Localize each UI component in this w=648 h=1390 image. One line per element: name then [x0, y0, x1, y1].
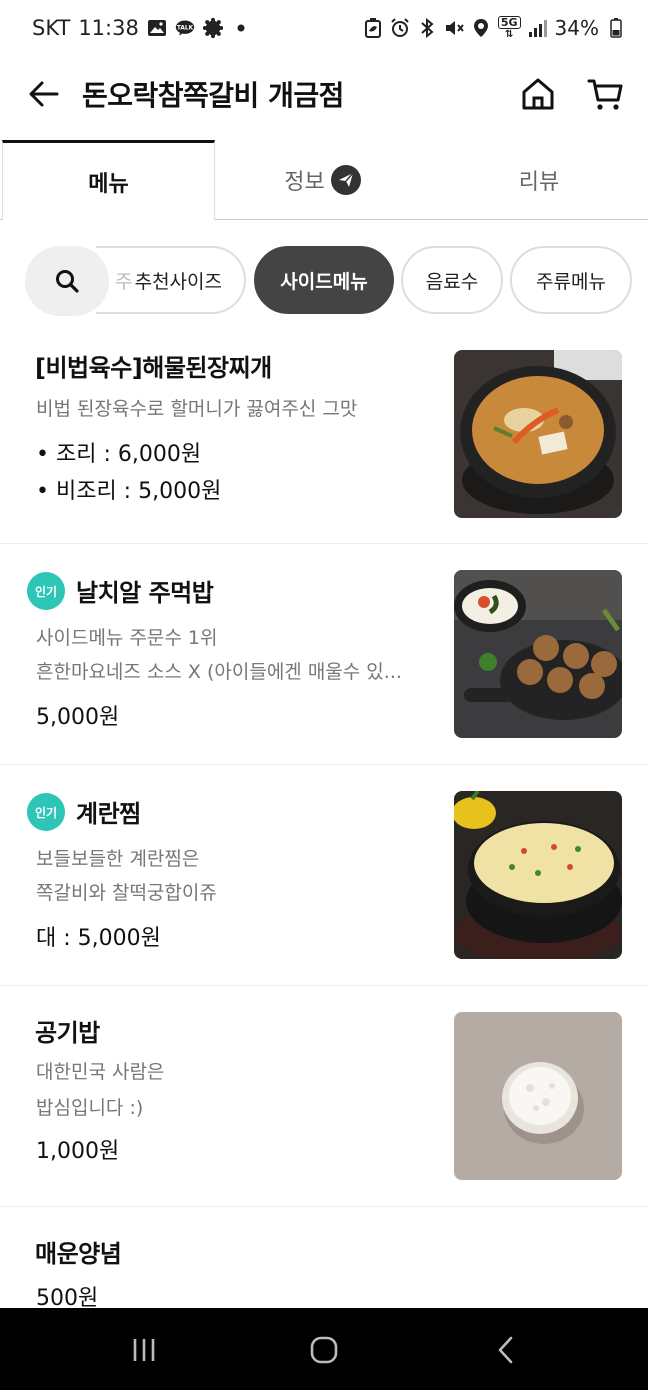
- home-nav-button[interactable]: [302, 1328, 346, 1372]
- network-5g-icon: 5G ⇅: [497, 16, 521, 40]
- recent-apps-icon: [133, 1339, 155, 1361]
- cart-button[interactable]: [586, 74, 626, 114]
- menu-item-spicy-sauce[interactable]: 매운양념 500원: [0, 1208, 648, 1311]
- chevron-left-icon: [498, 1336, 513, 1364]
- carrier-label: SKT: [32, 16, 71, 40]
- menu-item-price: • 비조리 : 5,000원: [36, 479, 222, 504]
- menu-item-desc: 대한민국 사람은: [36, 1061, 165, 1083]
- menu-item-photo: [454, 350, 622, 518]
- alarm-icon: [390, 18, 410, 38]
- popular-badge: 인기: [27, 572, 65, 610]
- cart-icon: [587, 79, 623, 110]
- home-icon: [522, 78, 554, 110]
- menu-item-price: 5,000원: [36, 705, 120, 730]
- tab-bar: 메뉴 정보 리뷰: [0, 140, 648, 220]
- menu-item-name: 날치알 주먹밥: [76, 579, 214, 607]
- battery-saver-icon: [363, 18, 383, 38]
- menu-item-steamed-egg[interactable]: 인기 계란찜 보들보들한 계란찜은 쪽갈비와 찰떡궁합이쥬 대 : 5,000원: [0, 766, 648, 986]
- chip-label: 사이드메뉴: [280, 270, 368, 293]
- tab-review[interactable]: 리뷰: [430, 140, 648, 220]
- page-title: 돈오락참쪽갈비 개금점: [82, 79, 344, 112]
- menu-item-name: [비법육수]해물된장찌개: [35, 354, 272, 382]
- status-bar: SKT 11:38 TALK 5G ⇅ 34%: [0, 0, 648, 56]
- menu-item-name: 공기밥: [35, 1019, 100, 1047]
- send-icon: [330, 164, 361, 195]
- home-circle-icon: [310, 1336, 338, 1364]
- menu-item-desc: 사이드메뉴 주문수 1위: [36, 627, 218, 649]
- back-nav-button[interactable]: [484, 1328, 528, 1372]
- tab-info[interactable]: 정보: [215, 140, 430, 220]
- chip-recommended-size[interactable]: 주 추천사이즈: [96, 246, 246, 314]
- app-header: 돈오락참쪽갈비 개금점: [0, 60, 648, 130]
- menu-item-price: 1,000원: [36, 1139, 120, 1164]
- mute-icon: [444, 18, 464, 38]
- chip-alcohol-menu[interactable]: 주류메뉴: [510, 246, 632, 314]
- system-nav-bar: [0, 1308, 648, 1390]
- search-button[interactable]: [25, 246, 109, 316]
- battery-percent: 34%: [554, 16, 599, 40]
- popular-badge: 인기: [27, 793, 65, 831]
- tab-info-label: 정보: [284, 169, 325, 195]
- search-icon: [56, 270, 79, 293]
- gallery-icon: [147, 18, 167, 38]
- recent-apps-button[interactable]: [122, 1328, 166, 1372]
- chip-side-menu[interactable]: 사이드메뉴: [254, 246, 394, 314]
- category-chips: 주 추천사이즈 사이드메뉴 음료수 주류메뉴: [0, 244, 648, 316]
- menu-item-desc: 보들보들한 계란찜은: [36, 848, 200, 870]
- menu-item-photo: [454, 570, 622, 738]
- signal-icon: [528, 18, 548, 38]
- home-button[interactable]: [518, 74, 558, 114]
- chip-beverages[interactable]: 음료수: [401, 246, 503, 314]
- menu-item-seafood-stew[interactable]: [비법육수]해물된장찌개 비법 된장육수로 할머니가 끓여주신 그맛 • 조리 …: [0, 328, 648, 544]
- battery-icon: [606, 18, 626, 38]
- menu-item-desc: 흔한마요네즈 소스 X (아이들에겐 매울수 있...: [36, 661, 402, 683]
- menu-item-price: • 조리 : 6,000원: [36, 442, 202, 467]
- back-button[interactable]: [24, 74, 64, 114]
- menu-item-desc: 비법 된장육수로 할머니가 끓여주신 그맛: [36, 398, 358, 420]
- menu-item-photo: [454, 1012, 622, 1180]
- tab-menu-label: 메뉴: [88, 171, 129, 197]
- chip-label: 추천사이즈: [134, 270, 222, 293]
- network-type-label: 5G: [497, 16, 521, 29]
- menu-item-desc: 쪽갈비와 찰떡궁합이쥬: [36, 882, 217, 904]
- dot-icon: [231, 18, 251, 38]
- settings-badge-icon: [202, 17, 223, 39]
- chip-label: 주류메뉴: [536, 270, 606, 293]
- chip-partial-text: 주: [115, 270, 133, 293]
- menu-item-name: 계란찜: [76, 800, 141, 828]
- bluetooth-icon: [417, 18, 437, 38]
- menu-item-name: 매운양념: [35, 1240, 122, 1268]
- arrow-left-icon: [29, 81, 59, 107]
- location-icon: [471, 18, 491, 38]
- menu-item-steamed-rice[interactable]: 공기밥 대한민국 사람은 밥심입니다 :) 1,000원: [0, 987, 648, 1207]
- menu-item-desc: 밥심입니다 :): [36, 1097, 144, 1119]
- tab-menu[interactable]: 메뉴: [2, 140, 215, 220]
- clock: 11:38: [78, 16, 139, 40]
- svg-text:TALK: TALK: [177, 26, 194, 32]
- chip-label: 음료수: [425, 270, 479, 293]
- tab-review-label: 리뷰: [518, 169, 560, 195]
- menu-item-photo: [454, 791, 622, 959]
- menu-item-price: 대 : 5,000원: [36, 926, 161, 951]
- menu-item-roe-rice-ball[interactable]: 인기 날치알 주먹밥 사이드메뉴 주문수 1위 흔한마요네즈 소스 X (아이들…: [0, 545, 648, 765]
- kakaotalk-icon: TALK: [175, 18, 195, 38]
